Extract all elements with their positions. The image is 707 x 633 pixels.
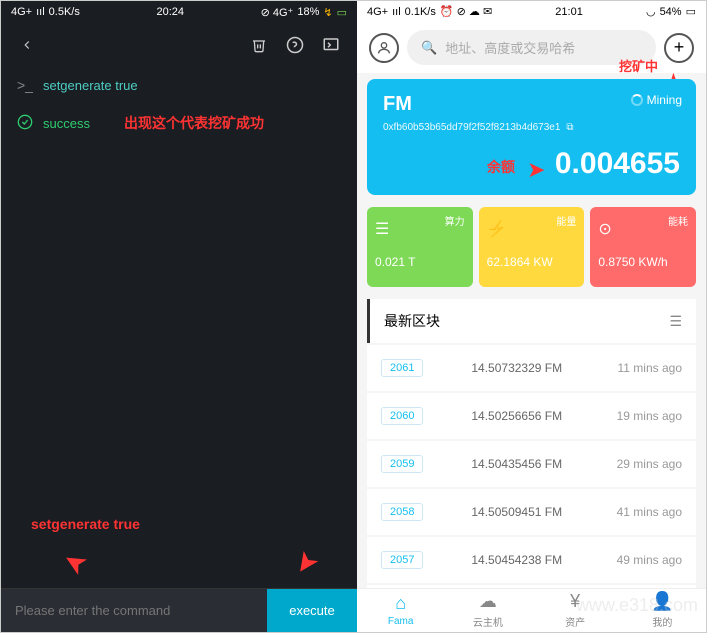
terminal-topbar — [1, 23, 357, 67]
console-button[interactable] — [317, 31, 345, 59]
clock: 20:24 — [156, 6, 184, 18]
check-icon — [17, 114, 33, 133]
signal-icon: ııl — [392, 6, 401, 18]
command-line: >_ setgenerate true — [1, 67, 357, 103]
nav-fama[interactable]: ⌂Fama — [357, 589, 444, 632]
data-speed: 0.5K/s — [49, 6, 80, 18]
network-label: 4G+ — [367, 6, 388, 18]
nav-profile[interactable]: 👤我的 — [619, 589, 706, 632]
wifi-icon: ◡ — [646, 5, 656, 18]
battery-icon-2: ▭ — [337, 6, 347, 19]
network-label: 4G+ — [11, 6, 32, 18]
command-input-bar: execute — [1, 588, 357, 632]
prompt-icon: >_ — [17, 77, 33, 93]
nav-cloud[interactable]: ☁云主机 — [444, 589, 531, 632]
block-row[interactable]: 206114.50732329 FM11 mins ago — [367, 345, 696, 391]
status-icons: ⏰ ⊘ ☁ ✉ — [440, 5, 492, 18]
fm-card: FM Mining 0xfb60b53b65dd79f2f52f8213b4d6… — [367, 79, 696, 195]
arrow-annotation-input: ➤ — [56, 543, 93, 583]
assets-icon: ¥ — [570, 591, 580, 612]
stats-row: 算力 ☰ 0.021 T 能量 ⚡ 62.1864 KW 能耗 ⊙ 0.8750… — [367, 207, 696, 287]
block-row[interactable]: 205714.50454238 FM49 mins ago — [367, 537, 696, 583]
annotation-input: setgenerate true — [31, 516, 140, 532]
fm-balance: 0.004655 — [383, 147, 680, 181]
wifi-pct: 54% — [660, 6, 682, 18]
battery-pct: 18% — [297, 6, 319, 18]
terminal-pane: 4G+ ııl 0.5K/s 20:24 ⊘ 4G⁺ 18% ↯ ▭ >_ se… — [1, 1, 357, 632]
stat-consumption: 能耗 ⊙ 0.8750 KW/h — [590, 207, 696, 287]
fm-address: 0xfb60b53b65dd79f2f52f8213b4d673e1 — [383, 122, 560, 133]
home-icon: ⌂ — [395, 593, 406, 614]
annotation-success: 出现这个代表挖矿成功 — [124, 113, 264, 133]
list-icon[interactable]: ☰ — [669, 313, 682, 330]
block-row[interactable]: 205814.50509451 FM41 mins ago — [367, 489, 696, 535]
battery-icon: ↯ — [323, 6, 332, 19]
success-text: success — [43, 116, 90, 131]
search-icon: 🔍 — [421, 40, 437, 56]
back-button[interactable] — [13, 31, 41, 59]
arrow-annotation-execute: ➤ — [286, 544, 326, 582]
stat-energy: 能量 ⚡ 62.1864 KW — [479, 207, 585, 287]
annotation-balance: 余额 — [487, 157, 515, 177]
add-button[interactable]: + — [664, 33, 694, 63]
bottom-nav: ⌂Fama ☁云主机 ¥资产 👤我的 — [357, 588, 706, 632]
search-placeholder: 地址、高度或交易哈希 — [445, 38, 575, 57]
spinner-icon — [631, 94, 643, 106]
wallet-pane: 4G+ ııl 0.1K/s ⏰ ⊘ ☁ ✉ 21:01 ◡ 54% ▭ 🔍 地… — [357, 1, 706, 632]
mining-status: Mining — [631, 93, 682, 107]
help-button[interactable] — [281, 31, 309, 59]
command-text: setgenerate true — [43, 78, 138, 93]
annotation-mining: 挖矿中 — [619, 56, 658, 75]
status-bar-right: 4G+ ııl 0.1K/s ⏰ ⊘ ☁ ✉ 21:01 ◡ 54% ▭ — [357, 1, 706, 22]
trash-button[interactable] — [245, 31, 273, 59]
nav-assets[interactable]: ¥资产 — [532, 589, 619, 632]
execute-button[interactable]: execute — [267, 589, 357, 632]
data-speed: 0.1K/s — [405, 6, 436, 18]
blocks-list: 206114.50732329 FM11 mins ago 206014.502… — [357, 343, 706, 588]
blocks-title: 最新区块 — [384, 311, 440, 331]
command-input[interactable] — [1, 589, 267, 632]
result-line: success 出现这个代表挖矿成功 — [1, 103, 357, 143]
fm-address-row: 0xfb60b53b65dd79f2f52f8213b4d673e1 ⧉ — [383, 122, 680, 133]
status-bar-left: 4G+ ııl 0.5K/s 20:24 ⊘ 4G⁺ 18% ↯ ▭ — [1, 1, 357, 23]
net-icon: ⊘ 4G⁺ — [261, 6, 294, 19]
stat-hashrate: 算力 ☰ 0.021 T — [367, 207, 473, 287]
clock: 21:01 — [555, 6, 583, 18]
profile-icon: 👤 — [651, 591, 673, 612]
block-row[interactable]: 206014.50256656 FM19 mins ago — [367, 393, 696, 439]
battery-icon: ▭ — [686, 5, 696, 18]
cloud-icon: ☁ — [479, 591, 497, 612]
copy-icon[interactable]: ⧉ — [566, 122, 573, 133]
block-row[interactable]: 205914.50435456 FM29 mins ago — [367, 441, 696, 487]
signal-icon: ııl — [36, 6, 45, 18]
blocks-header: 最新区块 ☰ — [367, 299, 696, 343]
avatar-button[interactable] — [369, 33, 399, 63]
